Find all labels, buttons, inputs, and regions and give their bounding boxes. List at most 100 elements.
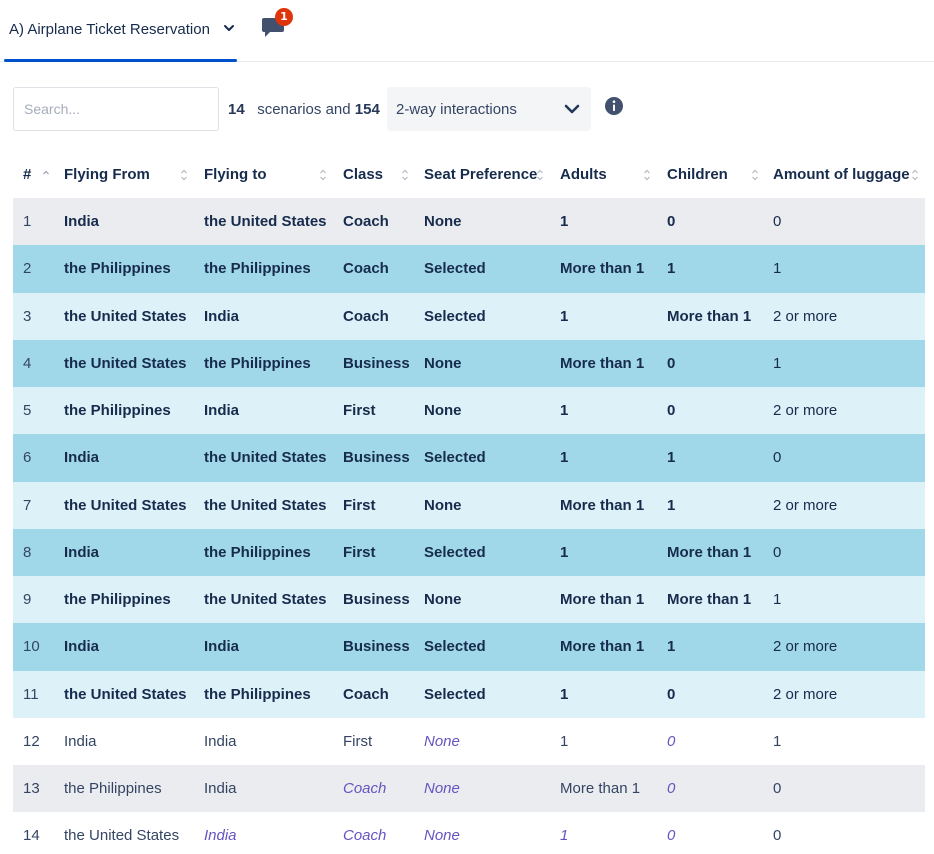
table-cell: 0 (773, 213, 782, 230)
table-row[interactable]: 9 the Philippines the United States Busines… (13, 576, 925, 624)
chevron-down-icon[interactable] (223, 22, 235, 34)
table-cell: 2 or more (773, 307, 838, 325)
table-cell: Coach (343, 213, 389, 230)
table-cell: the United States (64, 307, 187, 325)
table-cell: India (64, 449, 100, 467)
sort-icon[interactable] (751, 168, 759, 182)
sort-icon[interactable] (401, 168, 409, 182)
sort-icon[interactable] (643, 168, 651, 182)
table-cell: More than 1 (560, 591, 645, 608)
comments-button[interactable]: 1 (259, 8, 295, 42)
table-cell: First (343, 543, 376, 561)
search-input[interactable] (13, 87, 219, 131)
table-cell: 0 (773, 827, 782, 845)
table-cell: India (64, 732, 97, 750)
table-cell: 1 (667, 260, 676, 278)
table-cell: India (204, 780, 237, 797)
table-cell: 1 (560, 732, 569, 750)
table-cell: Business (343, 354, 410, 372)
row-index: 14 (23, 827, 40, 845)
table-cell: None (424, 354, 462, 372)
row-index: 12 (23, 732, 40, 750)
table-row[interactable]: 7 the United States the United States First… (13, 481, 925, 529)
table-cell: 1 (560, 213, 569, 230)
table-cell: 0 (773, 543, 782, 561)
table-cell: Coach (343, 827, 387, 845)
table-cell: 1 (773, 260, 782, 278)
info-icon[interactable] (604, 96, 624, 116)
table-cell: None (424, 591, 462, 608)
table-cell: India (64, 213, 100, 230)
sort-icon[interactable] (319, 168, 327, 182)
table-cell: 0 (667, 354, 676, 372)
column-header[interactable]: Flying From (64, 166, 150, 183)
tab-airplane-ticket-reservation[interactable]: A) Airplane Ticket Reservation (4, 0, 237, 62)
table-cell: None (424, 402, 462, 419)
table-cell: 0 (667, 402, 676, 419)
comment-count-badge: 1 (275, 8, 293, 26)
table-row[interactable]: 12 India India First None 1 0 1 (13, 717, 925, 765)
table-row[interactable]: 8 India the Philippines First Selected 1 More … (13, 528, 925, 576)
table-row[interactable]: 14 the United States India Coach None 1 0 0 (13, 812, 925, 854)
row-index: 6 (23, 449, 32, 467)
table-cell: India (204, 402, 240, 419)
column-header[interactable]: Class (343, 166, 383, 183)
table-row[interactable]: 1 India the United States Coach None 1 0 0 (13, 198, 925, 246)
table-cell: the Philippines (204, 543, 311, 561)
table-row[interactable]: 11 the United States the Philippines Coach S… (13, 670, 925, 718)
table-cell: Selected (424, 685, 486, 703)
table-cell: More than 1 (667, 591, 752, 608)
table-cell: India (64, 543, 100, 561)
row-index: 9 (23, 591, 32, 608)
row-index: 5 (23, 402, 32, 419)
interaction-mode-select[interactable]: 2-way interactions (387, 87, 591, 131)
table-row[interactable]: 4 the United States the Philippines Busines… (13, 339, 925, 387)
table-cell: Selected (424, 638, 486, 656)
column-header[interactable]: Amount of luggage (773, 166, 910, 183)
table-cell: Business (343, 638, 410, 656)
table-row[interactable]: 3 the United States India Coach Selected 1 Mor… (13, 292, 925, 340)
table-cell: the Philippines (64, 780, 162, 797)
table-row[interactable]: 2 the Philippines the Philippines Coach Sele… (13, 245, 925, 293)
row-index: 11 (23, 685, 39, 703)
scenarios-count: 14 (228, 101, 245, 118)
column-header[interactable]: Seat Preference (424, 166, 537, 183)
scenario-summary: 14 scenarios and 154 (228, 101, 380, 118)
table-cell: 2 or more (773, 496, 838, 514)
table-cell: 2 or more (773, 638, 838, 656)
table-cell: Coach (343, 307, 389, 325)
table-cell: India (64, 638, 100, 656)
column-header[interactable]: Children (667, 166, 728, 183)
column-header[interactable]: Adults (560, 166, 607, 183)
table-cell: 1 (773, 732, 782, 750)
column-header[interactable]: # (23, 166, 31, 183)
table-cell: 1 (773, 591, 782, 608)
table-cell: 1 (560, 307, 569, 325)
table-cell: 0 (667, 827, 676, 845)
table-cell: First (343, 732, 373, 750)
table-cell: None (424, 780, 460, 797)
table-cell: 1 (667, 638, 676, 656)
table-cell: Business (343, 449, 410, 467)
table-cell: None (424, 496, 462, 514)
scenarios-table: # Flying From Flying to Class Seat Preferenc… (13, 152, 925, 854)
table-cell: 1 (560, 685, 569, 703)
sort-icon[interactable] (180, 168, 188, 182)
sort-icon[interactable] (536, 168, 544, 182)
row-index: 13 (23, 780, 40, 797)
table-cell: the Philippines (204, 685, 311, 703)
table-row[interactable]: 10 India India Business Selected More than 1 1… (13, 623, 925, 671)
table-row[interactable]: 5 the Philippines India First None 1 0 2 or mor… (13, 387, 925, 435)
table-cell: Selected (424, 449, 486, 467)
interaction-mode-value: 2-way interactions (396, 101, 517, 118)
table-row[interactable]: 6 India the United States Business Selected 1… (13, 434, 925, 482)
table-cell: the United States (64, 827, 180, 845)
column-header[interactable]: Flying to (204, 166, 267, 183)
row-index: 2 (23, 260, 32, 278)
table-cell: Selected (424, 543, 486, 561)
sort-icon[interactable] (42, 168, 50, 182)
table-row[interactable]: 13 the Philippines India Coach None More than… (13, 765, 925, 813)
table-cell: 1 (667, 496, 676, 514)
sort-icon[interactable] (911, 168, 919, 182)
row-index: 3 (23, 307, 32, 325)
